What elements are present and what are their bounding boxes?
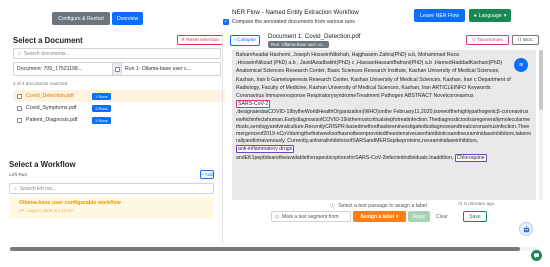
selected-document-field[interactable]: Document: 709_17521198... xyxy=(13,62,113,76)
text-line: Coronavirus Immuneresponse Respiratorysy… xyxy=(236,93,474,100)
add-label: Add xyxy=(204,172,214,177)
bioc-button[interactable]: ⟨⟩ BioC xyxy=(512,35,539,45)
text-scrollbar[interactable] xyxy=(539,50,543,200)
document-name: Covid_Symptoms.pdf xyxy=(26,105,77,111)
document-list-item[interactable]: Covid_Symptoms.pdf 1 Runs xyxy=(13,102,225,114)
matched-count: 3 of 4 documents matched xyxy=(13,81,68,86)
document-list: Covid_Detection.pdf 1 Runs Covid_Symptom… xyxy=(13,90,225,126)
document-list-item[interactable]: Covid_Detection.pdf 1 Runs xyxy=(13,90,225,102)
compare-checkbox-row[interactable]: ✓ Compare the annotated documents from v… xyxy=(223,19,355,25)
info-icon: ⓘ xyxy=(330,203,336,209)
runs-badge: 1 Runs xyxy=(92,116,111,124)
assign-label-dropdown[interactable]: Assign a label ▾ xyxy=(353,211,406,222)
language-dropdown[interactable]: ● Language ▾ xyxy=(469,9,511,22)
workflow-card[interactable]: Ollama-base user configurable workflow 0… xyxy=(9,197,214,219)
document-name: Patient_Diagnosis.pdf xyxy=(26,117,78,123)
tag-icon: ◇ xyxy=(275,213,279,220)
chat-button[interactable] xyxy=(531,250,542,261)
reset-label: Reset selection xyxy=(186,37,220,43)
document-run-selector: Document: 709_17521198... Run 1: Ollama-… xyxy=(13,62,221,76)
collapse-button[interactable]: ‹ Collapse xyxy=(230,35,260,46)
language-label: Language xyxy=(478,12,502,19)
checkbox-icon[interactable] xyxy=(17,117,22,123)
last-saved-time: ◷ 5 minutes ago xyxy=(458,202,494,207)
overview-button[interactable]: Overview xyxy=(112,12,143,25)
caret-down-icon: ▾ xyxy=(396,213,399,220)
chat-icon xyxy=(534,253,539,259)
top-bar: Configure & Restart Overview NER Flow - … xyxy=(0,0,550,30)
search-placeholder: Search documents... xyxy=(23,50,70,57)
collapse-label: Collapse xyxy=(237,38,256,43)
workflow-name: Ollama-base user configurable workflow xyxy=(19,200,121,206)
add-run-button[interactable]: + Add xyxy=(200,170,214,179)
run-tag: Run: Ollama-base user co... xyxy=(268,41,329,48)
text-paragraph: ,designatedasCOVID-19bytheWorldHealthOrg… xyxy=(236,109,532,145)
runs-badge: 1 Runs xyxy=(92,104,111,112)
horizontal-scrollbar[interactable] xyxy=(10,247,540,251)
list-icon-button[interactable]: ≡ xyxy=(514,58,528,72)
checkbox-icon xyxy=(114,66,120,72)
document-name: Covid_Detection.pdf xyxy=(26,93,74,99)
list-icon: ≡ xyxy=(518,61,524,69)
entity-annotation[interactable]: Chloroquine xyxy=(454,153,487,162)
taxonomies-button[interactable]: ◇ Taxonomies xyxy=(466,35,509,45)
text-line: ,HosseinNikzad (PhD) a.b , JavidAzadbakh… xyxy=(236,60,503,67)
entity-annotation[interactable]: anti-inflammatory drugs xyxy=(236,145,295,154)
configure-restart-button[interactable]: Configure & Restart xyxy=(52,12,110,25)
bioc-label: BioC xyxy=(522,37,534,43)
leave-ner-flow-button[interactable]: Leave NER Flow xyxy=(414,9,465,22)
entity-annotation[interactable]: SARS-CoV-2 xyxy=(236,100,271,109)
search-placeholder: Search left run... xyxy=(19,185,57,192)
robot-icon xyxy=(523,225,529,232)
taxonomies-label: Taxonomies xyxy=(477,37,503,43)
search-icon: ⌕ xyxy=(14,185,17,192)
select-hint-text: Select a text passage to assign a label xyxy=(338,202,427,209)
scrollbar-thumb[interactable] xyxy=(539,50,543,110)
checkbox-icon[interactable] xyxy=(17,105,22,111)
selected-run-field[interactable]: Run 1: Ollama-base user c... xyxy=(122,62,221,76)
checkmark-icon[interactable]: ✓ xyxy=(223,19,229,25)
runs-badge: 1 Runs xyxy=(92,92,111,100)
apply-button[interactable]: Apply xyxy=(408,211,430,222)
minutes-text: 5 minutes ago xyxy=(464,202,495,207)
select-document-heading: Select a Document xyxy=(13,36,83,45)
text-line: Baharehsadat Hashemi, Joseph HosseinNikk… xyxy=(236,52,459,58)
search-icon: ⌕ xyxy=(18,50,21,57)
document-search-input[interactable]: ⌕ Search documents... xyxy=(13,48,221,59)
text-line: Anatomical Sciences Research Center, Bas… xyxy=(236,68,500,75)
select-workflow-heading: Select a Workflow xyxy=(9,160,76,169)
caret-down-icon: ▾ xyxy=(503,12,507,19)
clear-button[interactable]: Clear xyxy=(432,211,452,222)
text-line: Kashan, Iran b Gametogenesis Research Ce… xyxy=(236,76,511,83)
compare-label: Compare the annotated documents from var… xyxy=(232,19,355,25)
clock-icon: ◷ xyxy=(458,202,463,207)
document-text-area[interactable]: Baharehsadat Hashemi, Joseph HosseinNikk… xyxy=(232,50,536,200)
select-hint: ⓘ Select a text passage to assign a labe… xyxy=(330,202,427,210)
save-button[interactable]: Save xyxy=(463,211,487,222)
assign-label-text: Assign a label xyxy=(360,213,395,220)
robot-assistant-button[interactable] xyxy=(519,222,533,236)
left-run-search-input[interactable]: ⌕ Search left run... xyxy=(9,183,214,194)
reset-selection-button[interactable]: ✕ Reset selection xyxy=(177,35,223,45)
workflow-date: 07. August 2025 um 13:59 xyxy=(19,208,73,213)
document-checkbox[interactable] xyxy=(113,62,122,76)
text-line: Radiology, Faculty of Medicine, Kashan U… xyxy=(236,84,492,91)
text-paragraph: andEK1peptidearetheavailabletherapeutico… xyxy=(236,154,454,161)
marked-segment-field[interactable]: ◇ Mark a text segment from xyxy=(271,211,351,222)
left-run-label: Left Run xyxy=(9,173,28,178)
globe-icon: ● xyxy=(473,12,477,19)
document-title: Document 1: Covid_Detection.pdf xyxy=(268,33,361,40)
label-toolbar: ◇ Mark a text segment from Assign a labe… xyxy=(271,211,452,222)
page-title: NER Flow - Named Entity Extraction Workf… xyxy=(232,9,359,16)
checkbox-icon[interactable] xyxy=(17,93,22,99)
scrollbar-thumb[interactable] xyxy=(10,247,520,251)
mark-placeholder: Mark a text segment from xyxy=(281,213,339,220)
document-list-item[interactable]: Patient_Diagnosis.pdf 1 Runs xyxy=(13,114,225,126)
panel-divider[interactable] xyxy=(222,32,223,244)
